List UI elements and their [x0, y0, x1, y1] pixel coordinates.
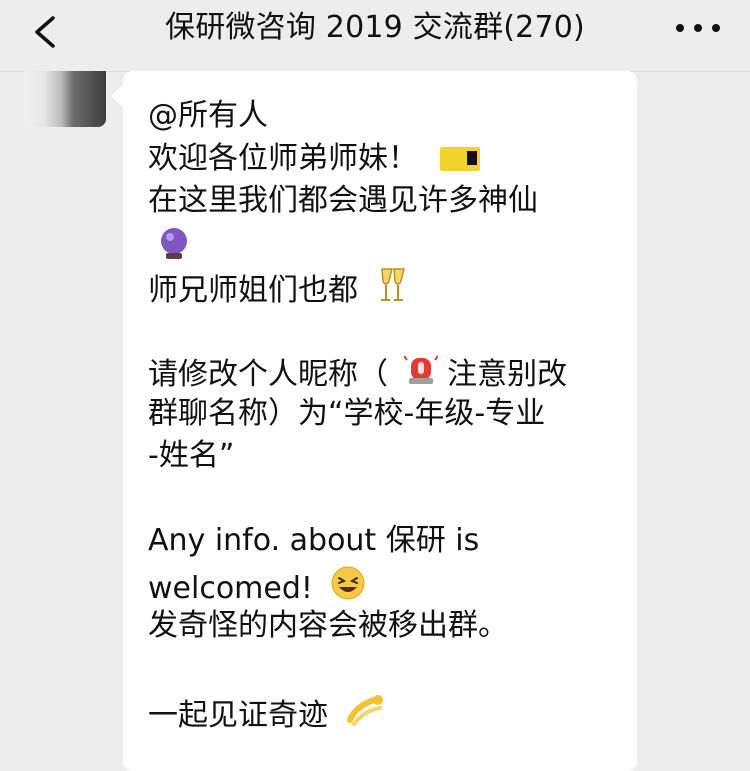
message-line: Any info. about 保研 is [148, 523, 480, 558]
message-text: @所有人 欢迎各位师弟师妹！ 在这里我们都会遇见许多神仙 师兄师姐们也都 请修改… [148, 95, 628, 733]
message-line: -姓名” [148, 438, 235, 473]
message-line: 请修改个人昵称（ 注意别改 [148, 350, 628, 393]
more-dot [676, 24, 684, 32]
message-line: 一起见证奇迹 [148, 690, 628, 733]
message-line: 欢迎各位师弟师妹！ [148, 138, 628, 181]
message-line: 师兄师姐们也都 [148, 265, 628, 308]
message-line [148, 223, 628, 266]
message-line: 群聊名称）为“学校-年级-专业 [148, 395, 546, 431]
sender-avatar[interactable] [24, 71, 106, 127]
more-options-button[interactable] [676, 8, 720, 48]
dizzy-icon [344, 690, 388, 743]
message-line: 在这里我们都会遇见许多神仙 [148, 183, 538, 218]
chat-title: 保研微咨询 2019 交流群(270) [165, 10, 585, 45]
ticket-icon [439, 147, 480, 171]
more-dot [694, 24, 702, 32]
message-line: 发奇怪的内容会被移出群。 [148, 608, 508, 643]
top-bar: 保研微咨询 2019 交流群(270) [0, 0, 750, 72]
message-line: welcomed! [148, 563, 628, 605]
message-line: @所有人 [148, 98, 268, 133]
champagne-icon [374, 265, 412, 318]
more-dot [712, 24, 720, 32]
